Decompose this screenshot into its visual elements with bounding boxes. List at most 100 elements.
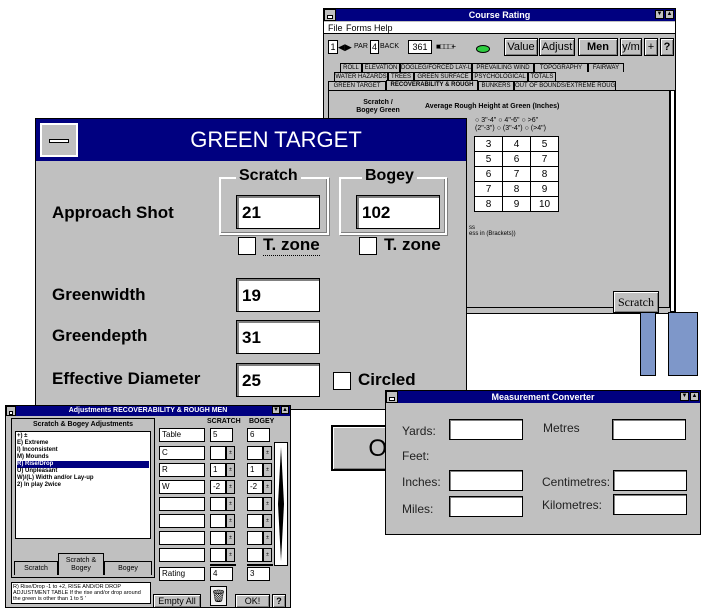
tab-elevation[interactable]: ELEVATION: [362, 63, 400, 72]
radio-icon[interactable]: ○: [497, 125, 501, 132]
list-item[interactable]: M) Mounds: [17, 454, 149, 461]
grid-cell[interactable]: 9: [530, 181, 559, 197]
adj-row-bogey[interactable]: [247, 497, 263, 511]
greendepth-input[interactable]: 31: [236, 320, 320, 354]
tab-water-hazards[interactable]: WATER HAZARDS: [334, 72, 388, 81]
green-shape-icon[interactable]: ■□□□+: [436, 41, 456, 53]
grid-cell[interactable]: 7: [530, 151, 559, 167]
green-target-titlebar[interactable]: GREEN TARGET: [36, 119, 466, 161]
kilometres-input[interactable]: [613, 494, 687, 515]
menu-file[interactable]: File: [328, 22, 343, 34]
adjustments-list[interactable]: +) ± E) Extreme I) Inconsistent M) Mound…: [15, 431, 151, 539]
adj-row-label[interactable]: C: [159, 446, 205, 460]
adjustments-titlebar[interactable]: Adjustments RECOVERABILITY & ROUGH MEN: [6, 406, 290, 416]
grid-cell[interactable]: 10: [530, 196, 559, 212]
spinner-icon[interactable]: ±: [263, 548, 272, 562]
adjust-button[interactable]: Adjust: [539, 38, 575, 56]
adj-row-scratch[interactable]: [210, 514, 226, 528]
adj-row-bogey[interactable]: [247, 531, 263, 545]
scratch-button[interactable]: Scratch: [613, 291, 659, 313]
list-item[interactable]: W)/(L) Width and/or Lay-up: [17, 475, 149, 482]
maximize-icon[interactable]: ▲: [690, 392, 699, 401]
spinner-icon[interactable]: ±: [263, 497, 272, 511]
green-target-ok-button[interactable]: O: [331, 425, 391, 471]
circled-checkbox[interactable]: [333, 372, 351, 390]
grid-cell[interactable]: 4: [502, 136, 531, 152]
system-menu-icon[interactable]: [324, 9, 336, 21]
menu-help[interactable]: Help: [374, 22, 393, 34]
men-button[interactable]: Men: [578, 38, 618, 56]
spinner-icon[interactable]: ±: [263, 463, 272, 477]
empty-all-button[interactable]: Empty All: [153, 594, 201, 608]
tab-bunkers[interactable]: BUNKERS: [478, 81, 514, 90]
adj-row-bogey[interactable]: 1: [247, 463, 263, 477]
list-item[interactable]: 2) In play 2wice: [17, 482, 149, 489]
par-value[interactable]: 4: [370, 40, 379, 54]
adj-row-label[interactable]: [159, 514, 205, 528]
miles-input[interactable]: [449, 496, 523, 517]
adj-row-label[interactable]: [159, 548, 205, 562]
tab-recoverability-rough[interactable]: RECOVERABILITY & ROUGH: [386, 80, 478, 90]
adj-row-bogey[interactable]: -2: [247, 480, 263, 494]
help-button[interactable]: ?: [660, 38, 674, 56]
adj-row-bogey[interactable]: [247, 446, 263, 460]
tab-prevailing-wind[interactable]: PREVAILING WIND: [472, 63, 534, 72]
system-menu-icon[interactable]: [40, 123, 78, 157]
spinner-icon[interactable]: ±: [226, 514, 235, 528]
system-menu-icon[interactable]: [386, 391, 398, 403]
list-item[interactable]: I) Inconsistent: [17, 447, 149, 454]
spinner-icon[interactable]: ±: [226, 548, 235, 562]
effective-diameter-input[interactable]: 25: [236, 363, 320, 397]
inches-input[interactable]: [449, 470, 523, 491]
grid-cell[interactable]: 6: [474, 166, 503, 182]
radio-icon[interactable]: ○: [521, 117, 525, 124]
scroll-thumb[interactable]: [278, 447, 284, 561]
menu-forms[interactable]: Forms: [346, 22, 372, 34]
help-button[interactable]: ?: [272, 594, 286, 608]
tab-scratch-bogey[interactable]: Scratch & Bogey: [58, 553, 104, 575]
tab-out-of-bounds[interactable]: OUT OF BOUNDS/EXTREME ROUGH: [514, 81, 616, 90]
tab-fairway[interactable]: FAIRWAY: [588, 63, 624, 72]
adj-row-scratch[interactable]: 1: [210, 463, 226, 477]
tab-dogleg[interactable]: DOGLEG/FORCED LAY-UP: [400, 63, 472, 72]
adj-row-label[interactable]: R: [159, 463, 205, 477]
grid-cell[interactable]: 3: [474, 136, 503, 152]
tab-roll[interactable]: ROLL: [340, 63, 362, 72]
grid-cell[interactable]: 7: [474, 181, 503, 197]
tab-green-target[interactable]: GREEN TARGET: [328, 81, 386, 90]
list-item-selected[interactable]: R) Rise/Drop: [17, 461, 149, 468]
adj-row-label[interactable]: Table: [159, 428, 205, 442]
scratch-approach-input[interactable]: 21: [236, 195, 320, 229]
scratch-tzone-checkbox[interactable]: [238, 237, 256, 255]
vertical-scrollbar[interactable]: [274, 442, 288, 566]
prev-next-hole-icon[interactable]: ◀▶: [338, 40, 352, 54]
minimize-icon[interactable]: ▼: [655, 10, 664, 19]
metres-input[interactable]: [612, 419, 686, 440]
tab-totals[interactable]: TOTALS: [528, 72, 556, 81]
grid-cell[interactable]: 9: [502, 196, 531, 212]
adj-row-label[interactable]: [159, 531, 205, 545]
adj-row-bogey[interactable]: [247, 514, 263, 528]
spinner-icon[interactable]: ±: [263, 480, 272, 494]
yards-value[interactable]: 361: [408, 40, 432, 54]
units-button[interactable]: y/m: [620, 38, 642, 56]
converter-titlebar[interactable]: Measurement Converter: [386, 391, 700, 403]
greenwidth-input[interactable]: 19: [236, 278, 320, 312]
centimetres-input[interactable]: [613, 470, 687, 491]
tab-bogey[interactable]: Bogey: [104, 561, 152, 575]
adj-row-bogey[interactable]: [247, 548, 263, 562]
adj-row-scratch[interactable]: [210, 531, 226, 545]
bogey-approach-input[interactable]: 102: [356, 195, 440, 229]
spinner-icon[interactable]: ±: [226, 497, 235, 511]
trash-icon[interactable]: 🗑: [210, 586, 227, 606]
adj-row-label[interactable]: W: [159, 480, 205, 494]
tab-topography[interactable]: TOPOGRAPHY: [534, 63, 588, 72]
grid-cell[interactable]: 8: [530, 166, 559, 182]
grid-cell[interactable]: 8: [502, 181, 531, 197]
list-item[interactable]: E) Extreme: [17, 440, 149, 447]
value-button[interactable]: Value: [504, 38, 538, 56]
spinner-icon[interactable]: ±: [226, 446, 235, 460]
grid-cell[interactable]: 8: [474, 196, 503, 212]
minimize-icon[interactable]: ▼: [680, 392, 689, 401]
adj-row-label[interactable]: [159, 497, 205, 511]
